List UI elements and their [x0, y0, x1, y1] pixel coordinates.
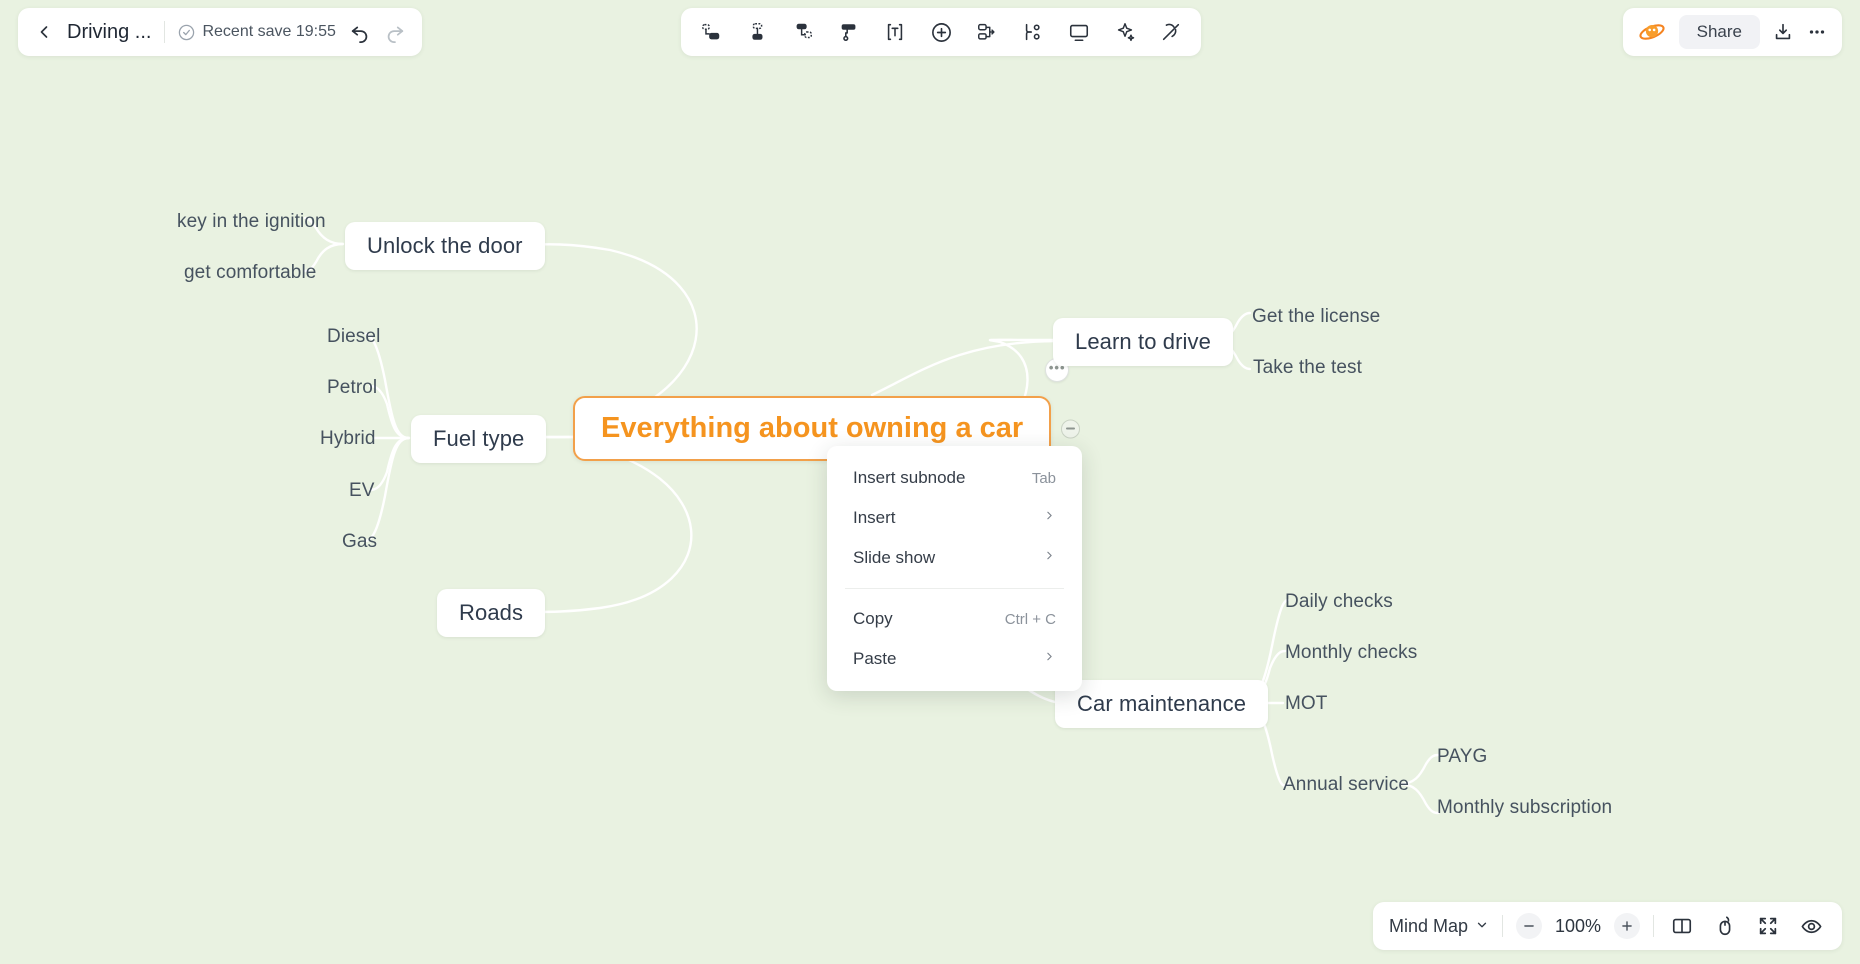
zoom-in-button[interactable]: [1614, 913, 1640, 939]
mindmap-node-monthly-subscription[interactable]: Monthly subscription: [1435, 794, 1614, 822]
page-title[interactable]: Driving ...: [67, 21, 151, 44]
node-label: get comfortable: [184, 262, 317, 283]
menu-item-insert-subnode[interactable]: Insert subnode Tab: [827, 458, 1082, 498]
fullscreen-icon[interactable]: [1753, 911, 1783, 941]
menu-item-label: Copy: [853, 609, 893, 628]
eraser-icon[interactable]: [1155, 16, 1187, 48]
menu-item-label: Slide show: [853, 548, 936, 567]
insert-child-icon[interactable]: [787, 16, 819, 48]
menu-item-paste[interactable]: Paste: [827, 639, 1082, 679]
chevron-right-icon: [1043, 650, 1056, 668]
summary-icon[interactable]: [1017, 16, 1049, 48]
collapse-icon[interactable]: [1061, 419, 1081, 438]
chevron-right-icon: [1043, 509, 1056, 527]
node-label: Gas: [342, 531, 378, 552]
share-button[interactable]: Share: [1678, 15, 1760, 49]
mindmap-node-roads[interactable]: Roads: [437, 589, 546, 637]
check-circle-icon: [178, 24, 195, 41]
insert-sibling-icon[interactable]: [741, 16, 773, 48]
menu-separator: [845, 588, 1064, 589]
mindmap-node-key-in-the-ignition[interactable]: key in the ignition: [175, 208, 328, 236]
menu-item-shortcut: Tab: [1031, 469, 1056, 487]
menu-item-label: Insert subnode: [853, 468, 966, 487]
node-label: Hybrid: [320, 428, 376, 449]
node-label: Annual service: [1283, 774, 1410, 795]
mindmap-node-diesel[interactable]: Diesel: [325, 323, 382, 351]
undo-icon[interactable]: [349, 21, 371, 43]
root-node-label: Everything about owning a car: [601, 412, 1024, 444]
mindmap-node-gas[interactable]: Gas: [340, 528, 379, 556]
save-status-label: Recent save 19:55: [202, 23, 336, 40]
node-label: key in the ignition: [177, 211, 326, 232]
frame-icon[interactable]: [1063, 16, 1095, 48]
node-label: Car maintenance: [1055, 680, 1269, 728]
mindmap-node-get-comfortable[interactable]: get comfortable: [182, 259, 318, 287]
add-circle-icon[interactable]: [925, 16, 957, 48]
zoom-out-button[interactable]: [1516, 913, 1542, 939]
mindmap-node-monthly-checks[interactable]: Monthly checks: [1283, 639, 1419, 667]
node-label: Daily checks: [1285, 591, 1393, 612]
edit-toolbar: [681, 8, 1201, 56]
mindmap-node-car-maintenance[interactable]: Car maintenance: [1055, 680, 1269, 728]
node-label: Monthly checks: [1285, 642, 1418, 663]
mindmap-node-learn-to-drive[interactable]: Learn to drive: [1053, 318, 1233, 366]
node-label: MOT: [1285, 693, 1328, 714]
mindmap-node-mot[interactable]: MOT: [1283, 690, 1330, 718]
menu-item-shortcut: Ctrl + C: [1004, 610, 1056, 628]
mindmap-node-annual-service[interactable]: Annual service: [1281, 771, 1411, 799]
download-icon[interactable]: [1772, 21, 1794, 43]
redo-icon[interactable]: [384, 21, 406, 43]
account-toolbar: Share: [1622, 8, 1842, 56]
mindmap-node-ev[interactable]: EV: [347, 477, 377, 505]
node-label: Get the license: [1252, 306, 1381, 327]
ai-sparkle-icon[interactable]: [1109, 16, 1141, 48]
chevron-down-icon: [1475, 916, 1489, 937]
split-panel-icon[interactable]: [1667, 911, 1697, 941]
node-label: EV: [349, 480, 375, 501]
document-toolbar: Driving ... Recent save 19:55: [18, 8, 422, 56]
node-label: Petrol: [327, 377, 378, 398]
view-toolbar: Mind Map 100%: [1372, 902, 1842, 950]
menu-item-copy[interactable]: Copy Ctrl + C: [827, 599, 1082, 639]
menu-item-insert[interactable]: Insert: [827, 498, 1082, 538]
node-label: PAYG: [1437, 746, 1488, 767]
divider: [1653, 915, 1654, 937]
mindmap-node-get-the-license[interactable]: Get the license: [1250, 303, 1382, 331]
mindmap-node-take-the-test[interactable]: Take the test: [1251, 354, 1364, 382]
node-label: Take the test: [1253, 357, 1363, 378]
mouse-pointer-icon[interactable]: [1710, 911, 1740, 941]
mindmap-node-payg[interactable]: PAYG: [1435, 743, 1489, 771]
mindmap-node-daily-checks[interactable]: Daily checks: [1283, 588, 1395, 616]
format-painter-icon[interactable]: [833, 16, 865, 48]
mindmap-node-fuel-type[interactable]: Fuel type: [411, 415, 547, 463]
zoom-controls: 100%: [1516, 913, 1640, 939]
view-mode-label: Mind Map: [1388, 915, 1468, 936]
node-label: Diesel: [327, 326, 381, 347]
save-status: Recent save 19:55: [178, 23, 336, 41]
divider: [1502, 915, 1503, 937]
menu-item-slide-show[interactable]: Slide show: [827, 538, 1082, 578]
relationship-icon[interactable]: [971, 16, 1003, 48]
more-horizontal-icon[interactable]: [1806, 21, 1828, 43]
text-box-icon[interactable]: [879, 16, 911, 48]
ai-planet-logo[interactable]: [1637, 17, 1667, 47]
mindmap-node-hybrid[interactable]: Hybrid: [318, 425, 378, 453]
node-label: Learn to drive: [1053, 318, 1233, 366]
node-label: Monthly subscription: [1437, 797, 1613, 818]
node-label: Unlock the door: [345, 222, 545, 270]
node-label: Fuel type: [411, 415, 547, 463]
zoom-level-label[interactable]: 100%: [1552, 916, 1604, 937]
menu-item-label: Insert: [853, 508, 896, 527]
chevron-left-icon[interactable]: [34, 22, 54, 42]
mindmap-node-unlock-the-door[interactable]: Unlock the door: [345, 222, 545, 270]
view-mode-select[interactable]: Mind Map: [1389, 916, 1489, 937]
eye-icon[interactable]: [1796, 911, 1826, 941]
divider: [164, 21, 166, 43]
node-context-menu: Insert subnode Tab Insert Slide show Cop…: [827, 446, 1082, 691]
mindmap-node-petrol[interactable]: Petrol: [325, 374, 379, 402]
insert-subnode-icon[interactable]: [695, 16, 727, 48]
menu-item-label: Paste: [853, 649, 897, 668]
chevron-right-icon: [1043, 549, 1056, 567]
node-label: Roads: [437, 589, 546, 637]
